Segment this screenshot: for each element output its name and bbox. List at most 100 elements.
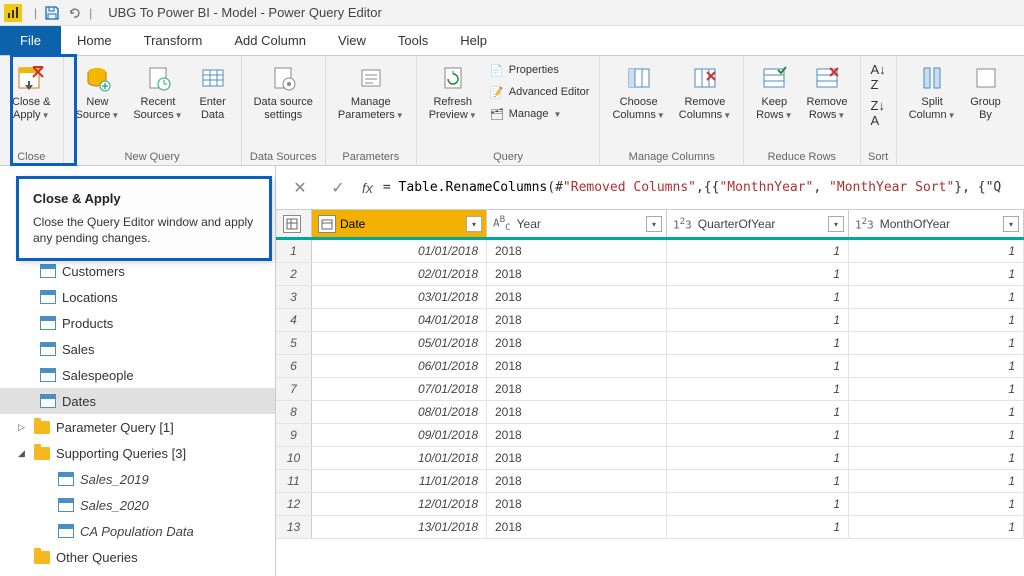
cell-year[interactable]: 2018: [487, 286, 667, 308]
menu-view[interactable]: View: [322, 26, 382, 55]
cell-month[interactable]: 1: [849, 447, 1024, 469]
table-row[interactable]: 1111/01/2018201811: [276, 470, 1024, 493]
cell-quarter[interactable]: 1: [667, 447, 849, 469]
cell-quarter[interactable]: 1: [667, 493, 849, 515]
table-row[interactable]: 1212/01/2018201811: [276, 493, 1024, 516]
group-by-button[interactable]: Group By: [964, 60, 1008, 124]
cell-year[interactable]: 2018: [487, 240, 667, 262]
cell-quarter[interactable]: 1: [667, 309, 849, 331]
formula-accept-icon[interactable]: ✓: [324, 174, 352, 202]
table-row[interactable]: 1010/01/2018201811: [276, 447, 1024, 470]
menu-add-column[interactable]: Add Column: [218, 26, 322, 55]
manage-query-button[interactable]: 🗂Manage▼: [485, 104, 594, 124]
cell-date[interactable]: 10/01/2018: [312, 447, 487, 469]
formula-cancel-icon[interactable]: ✕: [286, 174, 314, 202]
cell-month[interactable]: 1: [849, 286, 1024, 308]
cell-year[interactable]: 2018: [487, 493, 667, 515]
cell-month[interactable]: 1: [849, 309, 1024, 331]
enter-data-button[interactable]: Enter Data: [191, 60, 235, 124]
query-sub-item[interactable]: Sales_2019: [0, 466, 275, 492]
table-row[interactable]: 505/01/2018201811: [276, 332, 1024, 355]
refresh-preview-button[interactable]: Refresh Preview▼: [423, 60, 483, 124]
query-folder[interactable]: ▷Parameter Query [1]: [0, 414, 275, 440]
close-apply-button[interactable]: Close & Apply▼: [6, 60, 57, 124]
recent-sources-button[interactable]: Recent Sources▼: [127, 60, 188, 124]
cell-month[interactable]: 1: [849, 470, 1024, 492]
cell-year[interactable]: 2018: [487, 401, 667, 423]
data-source-settings-button[interactable]: Data source settings: [248, 60, 319, 124]
menu-transform[interactable]: Transform: [128, 26, 219, 55]
cell-month[interactable]: 1: [849, 378, 1024, 400]
cell-date[interactable]: 09/01/2018: [312, 424, 487, 446]
cell-month[interactable]: 1: [849, 263, 1024, 285]
new-source-button[interactable]: New Source▼: [70, 60, 126, 124]
cell-month[interactable]: 1: [849, 401, 1024, 423]
menu-tools[interactable]: Tools: [382, 26, 444, 55]
cell-year[interactable]: 2018: [487, 309, 667, 331]
query-table-sales[interactable]: Sales: [0, 336, 275, 362]
column-header-quarterofyear[interactable]: 123QuarterOfYear▾: [667, 210, 849, 237]
cell-year[interactable]: 2018: [487, 470, 667, 492]
menu-help[interactable]: Help: [444, 26, 503, 55]
formula-input[interactable]: = Table.RenameColumns(#"Removed Columns"…: [383, 180, 1014, 195]
column-header-date[interactable]: Date▾: [312, 210, 487, 237]
fx-icon[interactable]: fx: [362, 180, 373, 196]
cell-date[interactable]: 08/01/2018: [312, 401, 487, 423]
column-filter-icon[interactable]: ▾: [1003, 216, 1019, 232]
cell-quarter[interactable]: 1: [667, 355, 849, 377]
query-table-dates[interactable]: Dates: [0, 388, 275, 414]
cell-quarter[interactable]: 1: [667, 240, 849, 262]
cell-date[interactable]: 05/01/2018: [312, 332, 487, 354]
table-row[interactable]: 1313/01/2018201811: [276, 516, 1024, 539]
query-table-products[interactable]: Products: [0, 310, 275, 336]
query-folder[interactable]: ◢Supporting Queries [3]: [0, 440, 275, 466]
query-table-locations[interactable]: Locations: [0, 284, 275, 310]
column-filter-icon[interactable]: ▾: [828, 216, 844, 232]
table-row[interactable]: 202/01/2018201811: [276, 263, 1024, 286]
cell-date[interactable]: 01/01/2018: [312, 240, 487, 262]
column-header-monthofyear[interactable]: 123MonthOfYear▾: [849, 210, 1024, 237]
cell-year[interactable]: 2018: [487, 355, 667, 377]
column-filter-icon[interactable]: ▾: [466, 216, 482, 232]
column-header-year[interactable]: ABCYear▾: [487, 210, 667, 237]
cell-year[interactable]: 2018: [487, 332, 667, 354]
cell-quarter[interactable]: 1: [667, 470, 849, 492]
sort-desc-button[interactable]: Z↓A: [867, 96, 890, 130]
cell-date[interactable]: 07/01/2018: [312, 378, 487, 400]
cell-month[interactable]: 1: [849, 516, 1024, 538]
table-row[interactable]: 707/01/2018201811: [276, 378, 1024, 401]
sort-asc-button[interactable]: A↓Z: [867, 60, 890, 94]
cell-date[interactable]: 12/01/2018: [312, 493, 487, 515]
cell-year[interactable]: 2018: [487, 263, 667, 285]
query-folder-other[interactable]: Other Queries: [0, 544, 275, 570]
cell-month[interactable]: 1: [849, 240, 1024, 262]
menu-home[interactable]: Home: [61, 26, 128, 55]
cell-month[interactable]: 1: [849, 493, 1024, 515]
table-row[interactable]: 303/01/2018201811: [276, 286, 1024, 309]
table-row[interactable]: 404/01/2018201811: [276, 309, 1024, 332]
cell-quarter[interactable]: 1: [667, 424, 849, 446]
cell-year[interactable]: 2018: [487, 424, 667, 446]
advanced-editor-button[interactable]: 📝Advanced Editor: [485, 82, 594, 102]
cell-month[interactable]: 1: [849, 424, 1024, 446]
row-number-header[interactable]: [276, 210, 312, 237]
cell-date[interactable]: 11/01/2018: [312, 470, 487, 492]
cell-date[interactable]: 03/01/2018: [312, 286, 487, 308]
cell-quarter[interactable]: 1: [667, 286, 849, 308]
cell-quarter[interactable]: 1: [667, 332, 849, 354]
cell-year[interactable]: 2018: [487, 378, 667, 400]
query-sub-item[interactable]: Sales_2020: [0, 492, 275, 518]
cell-date[interactable]: 04/01/2018: [312, 309, 487, 331]
undo-icon[interactable]: [65, 4, 83, 22]
cell-quarter[interactable]: 1: [667, 263, 849, 285]
remove-rows-button[interactable]: Remove Rows▼: [801, 60, 854, 124]
table-row[interactable]: 808/01/2018201811: [276, 401, 1024, 424]
query-table-salespeople[interactable]: Salespeople: [0, 362, 275, 388]
table-row[interactable]: 101/01/2018201811: [276, 240, 1024, 263]
menu-file[interactable]: File: [0, 26, 61, 55]
cell-month[interactable]: 1: [849, 355, 1024, 377]
cell-date[interactable]: 06/01/2018: [312, 355, 487, 377]
split-column-button[interactable]: Split Column▼: [903, 60, 962, 124]
remove-columns-button[interactable]: Remove Columns▼: [673, 60, 737, 124]
cell-year[interactable]: 2018: [487, 516, 667, 538]
